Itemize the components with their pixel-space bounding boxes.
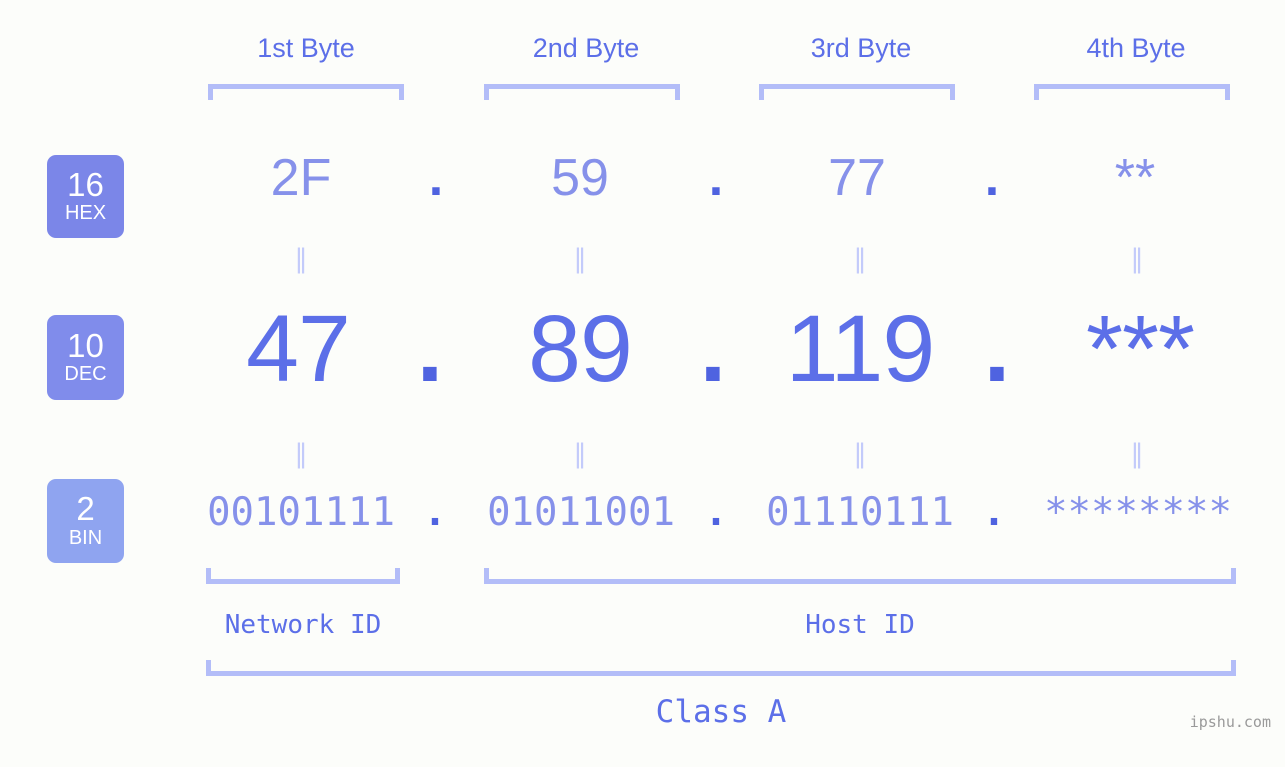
class-bracket	[206, 660, 1236, 676]
radix-badge-dec-label: DEC	[64, 363, 107, 386]
hex-separator-2: .	[708, 149, 724, 207]
radix-badge-bin: 2 BIN	[47, 479, 124, 563]
byte-bracket-3	[759, 84, 955, 100]
bin-separator-2: .	[704, 490, 728, 535]
site-watermark: ipshu.com	[1189, 713, 1271, 731]
dec-byte-2: 89	[528, 296, 633, 402]
equals-mark-dec-bin-4: ‖	[1130, 439, 1144, 469]
radix-badge-hex-label: HEX	[64, 202, 107, 225]
equals-mark-hex-dec-3: ‖	[853, 244, 867, 274]
radix-badge-hex-number: 16	[67, 165, 104, 203]
dec-separator-3: .	[983, 296, 1011, 402]
equals-mark-hex-dec-2: ‖	[573, 244, 587, 274]
ip-address-breakdown-diagram: 1st Byte 2nd Byte 3rd Byte 4th Byte 16 H…	[0, 0, 1285, 767]
dec-byte-1: 47	[246, 296, 351, 402]
bin-byte-2: 01011001	[487, 490, 675, 535]
host-id-bracket	[484, 568, 1236, 584]
byte-header-4: 4th Byte	[1086, 33, 1186, 63]
dec-separator-1: .	[416, 296, 444, 402]
byte-bracket-1	[208, 84, 404, 100]
equals-mark-dec-bin-2: ‖	[573, 439, 587, 469]
dec-byte-4: ***	[1086, 296, 1195, 402]
radix-badge-bin-label: BIN	[68, 526, 103, 549]
radix-badge-bin-number: 2	[76, 490, 95, 528]
byte-header-3: 3rd Byte	[810, 33, 912, 63]
dec-byte-3: 119	[785, 296, 935, 402]
hex-separator-3: .	[984, 149, 1000, 207]
bin-separator-1: .	[423, 490, 447, 535]
hex-byte-1: 2F	[270, 149, 332, 207]
bin-separator-3: .	[982, 490, 1006, 535]
radix-badge-dec: 10 DEC	[47, 315, 124, 400]
hex-byte-3: 77	[828, 149, 886, 207]
host-id-label: Host ID	[805, 610, 915, 640]
equals-mark-dec-bin-3: ‖	[853, 439, 867, 469]
hex-byte-4: **	[1114, 149, 1156, 207]
network-id-label: Network ID	[224, 610, 382, 640]
radix-badge-dec-number: 10	[67, 326, 104, 364]
radix-badge-hex: 16 HEX	[47, 155, 124, 238]
byte-bracket-4	[1034, 84, 1230, 100]
equals-mark-hex-dec-4: ‖	[1130, 244, 1144, 274]
byte-header-2: 2nd Byte	[532, 33, 640, 63]
byte-header-1: 1st Byte	[257, 33, 355, 63]
bin-byte-3: 01110111	[766, 490, 954, 535]
hex-separator-1: .	[428, 149, 444, 207]
class-label: Class A	[655, 694, 787, 730]
byte-bracket-2	[484, 84, 680, 100]
network-id-bracket	[206, 568, 400, 584]
hex-byte-2: 59	[551, 149, 609, 207]
dec-separator-2: .	[699, 296, 727, 402]
bin-byte-4: ********	[1044, 490, 1232, 535]
equals-mark-hex-dec-1: ‖	[294, 244, 308, 274]
bin-byte-1: 00101111	[207, 490, 395, 535]
equals-mark-dec-bin-1: ‖	[294, 439, 308, 469]
